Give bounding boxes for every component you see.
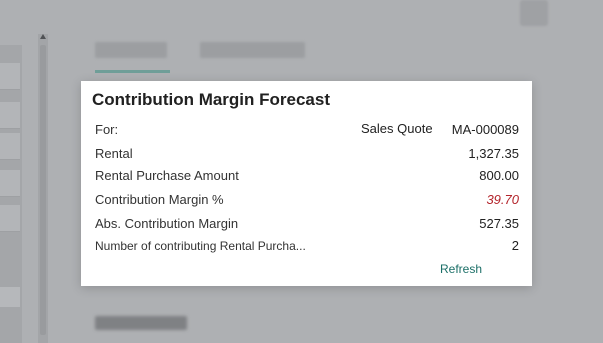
background-tab-details bbox=[95, 42, 167, 58]
rental-purchase-amount-label: Rental Purchase Amount bbox=[95, 168, 239, 183]
abs-contribution-margin-label: Abs. Contribution Margin bbox=[95, 216, 239, 231]
background-left-button bbox=[0, 287, 20, 307]
background-section-heading bbox=[95, 316, 187, 330]
background-left-cell bbox=[0, 170, 20, 197]
scroll-up-arrow-icon bbox=[40, 34, 46, 39]
contributing-rental-purchases-value: 2 bbox=[511, 238, 519, 253]
background-left-cell bbox=[0, 133, 20, 160]
contribution-margin-dialog: Contribution Margin Forecast For: Sales … bbox=[81, 81, 532, 286]
abs-contribution-margin-value: 527.35 bbox=[479, 216, 519, 231]
background-left-cell bbox=[0, 63, 20, 90]
rental-label: Rental bbox=[95, 146, 133, 161]
dialog-title: Contribution Margin Forecast bbox=[92, 90, 330, 109]
background-toolbar-button bbox=[520, 0, 548, 26]
background-left-cell bbox=[0, 205, 20, 232]
contribution-margin-percent-value: 39.70 bbox=[486, 192, 519, 207]
rental-value: 1,327.35 bbox=[468, 146, 519, 161]
refresh-link[interactable]: Refresh bbox=[440, 262, 482, 276]
for-label: For: bbox=[95, 122, 119, 137]
contribution-margin-percent-label: Contribution Margin % bbox=[95, 192, 224, 207]
background-tab-underline bbox=[95, 70, 170, 73]
background-left-cell bbox=[0, 102, 20, 129]
background-scroll-thumb bbox=[40, 45, 46, 335]
contributing-rental-purchases-label: Number of contributing Rental Purcha... bbox=[95, 239, 306, 253]
for-document-number: MA-000089 bbox=[451, 122, 519, 137]
background-tab-attachments bbox=[200, 42, 305, 58]
rental-purchase-amount-value: 800.00 bbox=[479, 168, 519, 183]
for-document-type: Sales Quote bbox=[361, 121, 433, 136]
